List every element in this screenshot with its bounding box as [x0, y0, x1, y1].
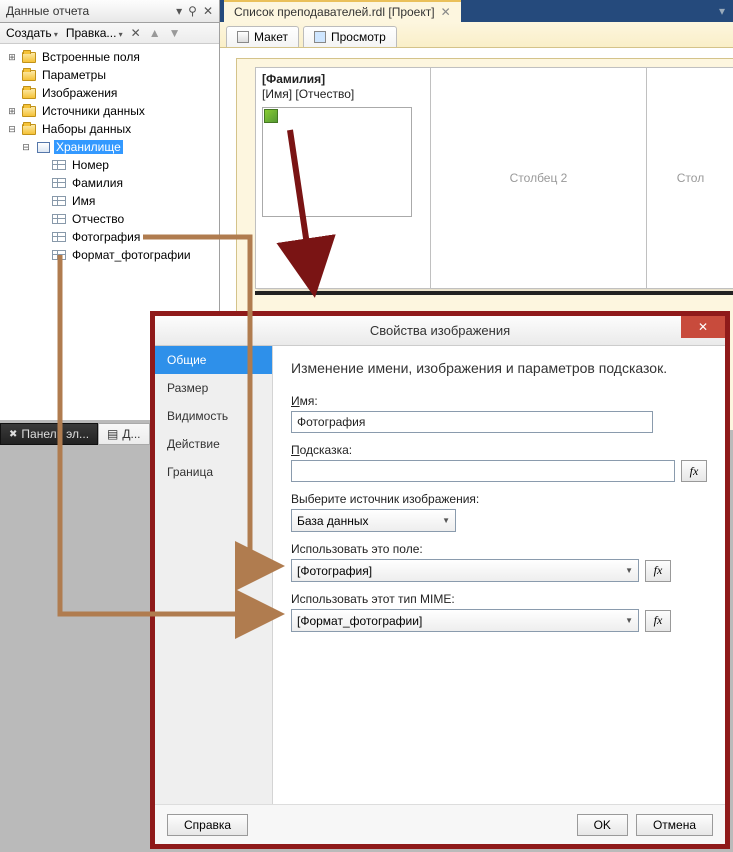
tooltip-fx-button[interactable]: fx	[681, 460, 707, 482]
tree-dataset-storage[interactable]: Хранилище	[4, 138, 219, 156]
mime-label: Использовать этот тип MIME:	[291, 592, 707, 606]
dialog-content: Изменение имени, изображения и параметро…	[273, 346, 725, 804]
pin-icon[interactable]: ⚲	[188, 4, 197, 18]
canvas-divider	[255, 291, 733, 295]
tree-images[interactable]: Изображения	[4, 84, 219, 102]
image-placeholder[interactable]	[262, 107, 412, 217]
dialog-titlebar[interactable]: Свойства изображения ✕	[155, 316, 725, 346]
doc-tab[interactable]: Список преподавателей.rdl [Проект] ✕	[224, 0, 461, 22]
nav-border[interactable]: Граница	[155, 458, 272, 486]
tree-params[interactable]: Параметры	[4, 66, 219, 84]
tab-layout[interactable]: Макет	[226, 26, 299, 47]
report-cell-2[interactable]: Столбец 2	[431, 68, 647, 288]
toolbox-tab[interactable]: ✖Панель эл...	[0, 423, 98, 445]
hammer-icon: ✖	[9, 429, 17, 440]
strip-pin-icon[interactable]: ▾	[719, 4, 725, 18]
tooltip-input[interactable]	[291, 460, 675, 482]
up-arrow-icon[interactable]: ▲	[149, 26, 161, 40]
tooltip-label: Подсказка:	[291, 443, 707, 457]
nav-size[interactable]: Размер	[155, 374, 272, 402]
report-surface[interactable]: [Фамилия] [Имя] [Отчество] Столбец 2 Сто…	[255, 67, 733, 289]
nav-visibility[interactable]: Видимость	[155, 402, 272, 430]
help-button[interactable]: Справка	[167, 814, 248, 836]
panel-title: Данные отчета	[6, 4, 89, 18]
name-label: Имя:	[291, 394, 707, 408]
doc-icon: ▤	[107, 427, 118, 441]
dropdown-icon[interactable]: ▾	[176, 4, 182, 18]
header-field: [Фамилия]	[262, 72, 424, 86]
layout-icon	[237, 31, 249, 43]
down-arrow-icon[interactable]: ▼	[169, 26, 181, 40]
cancel-button[interactable]: Отмена	[636, 814, 713, 836]
field-fx-button[interactable]: fx	[645, 560, 671, 582]
tree-field-number[interactable]: Номер	[4, 156, 219, 174]
nav-action[interactable]: Действие	[155, 430, 272, 458]
view-tabs: Макет Просмотр	[220, 22, 733, 48]
delete-icon[interactable]: ✕	[131, 26, 141, 40]
tree-field-photo-format[interactable]: Формат_фотографии	[4, 246, 219, 264]
create-menu[interactable]: Создать	[6, 26, 58, 40]
dialog-title: Свойства изображения	[370, 323, 510, 338]
tree-field-patronymic[interactable]: Отчество	[4, 210, 219, 228]
panel-header: Данные отчета ▾ ⚲ ✕	[0, 0, 219, 23]
field-label: Использовать это поле:	[291, 542, 707, 556]
ok-button[interactable]: OK	[577, 814, 628, 836]
tree-field-name[interactable]: Имя	[4, 192, 219, 210]
source-select[interactable]: База данных▼	[291, 509, 456, 532]
mime-select[interactable]: [Формат_фотографии]▼	[291, 609, 639, 632]
doc-tab-close-icon[interactable]: ✕	[441, 5, 451, 19]
tree-sources[interactable]: Источники данных	[4, 102, 219, 120]
data-tab[interactable]: ▤Д...	[98, 423, 149, 445]
image-properties-dialog: Свойства изображения ✕ Общие Размер Види…	[150, 311, 730, 849]
field-select[interactable]: [Фотография]▼	[291, 559, 639, 582]
tab-preview[interactable]: Просмотр	[303, 26, 397, 47]
report-cell-3[interactable]: Стол	[647, 68, 733, 288]
tree-builtin[interactable]: Встроенные поля	[4, 48, 219, 66]
report-cell-1[interactable]: [Фамилия] [Имя] [Отчество]	[256, 68, 431, 288]
tree-field-photo[interactable]: Фотография	[4, 228, 219, 246]
mime-fx-button[interactable]: fx	[645, 610, 671, 632]
edit-menu[interactable]: Правка...	[66, 26, 123, 40]
source-label: Выберите источник изображения:	[291, 492, 707, 506]
doc-tab-strip: Список преподавателей.rdl [Проект] ✕ ▾	[220, 0, 733, 22]
dialog-close-button[interactable]: ✕	[681, 316, 725, 338]
dialog-nav: Общие Размер Видимость Действие Граница	[155, 346, 273, 804]
name-input[interactable]	[291, 411, 653, 433]
doc-tab-label: Список преподавателей.rdl [Проект]	[234, 5, 435, 19]
sub-fields: [Имя] [Отчество]	[262, 87, 424, 101]
nav-general[interactable]: Общие	[155, 346, 272, 374]
close-icon[interactable]: ✕	[203, 4, 213, 18]
dialog-footer: Справка OK Отмена	[155, 804, 725, 844]
preview-icon	[314, 31, 326, 43]
tree-datasets[interactable]: Наборы данных	[4, 120, 219, 138]
dialog-heading: Изменение имени, изображения и параметро…	[291, 360, 707, 376]
panel-toolbar: Создать Правка... ✕ ▲ ▼	[0, 23, 219, 44]
tree-field-surname[interactable]: Фамилия	[4, 174, 219, 192]
